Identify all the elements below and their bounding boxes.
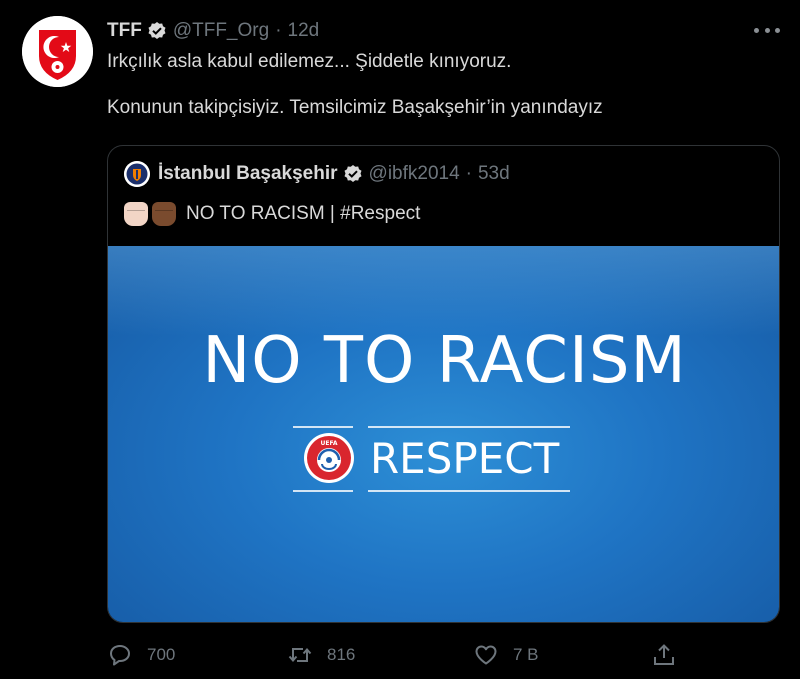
media-divider: [368, 490, 570, 492]
quoted-text: NO TO RACISM | #Respect: [186, 203, 421, 224]
author-avatar[interactable]: [22, 16, 93, 87]
more-dot: [764, 27, 770, 33]
raised-fist-dark-emoji-icon: [152, 202, 176, 226]
quoted-author-handle[interactable]: @ibfk2014: [369, 163, 460, 185]
raised-fist-light-emoji-icon: [124, 202, 148, 226]
like-icon: [475, 645, 497, 665]
media-divider: [368, 426, 570, 428]
tweet-text: Irkçılık asla kabul edilemez... Şiddetle…: [107, 50, 777, 119]
more-options-icon[interactable]: [754, 20, 780, 40]
retweet-button[interactable]: 816: [287, 640, 355, 670]
media-divider: [293, 490, 353, 492]
author-name[interactable]: TFF: [107, 20, 142, 42]
header-separator: ·: [275, 20, 282, 41]
tweet-timestamp[interactable]: 12d: [288, 20, 320, 42]
more-dot: [775, 27, 780, 33]
tweet-paragraph: Konunun takipçisiyiz. Temsilcimiz Başakş…: [107, 97, 603, 118]
tff-crest-icon: [22, 16, 93, 87]
uefa-logo-icon: UEFA: [303, 432, 355, 484]
like-count: 7 B: [513, 645, 539, 664]
retweet-icon: [288, 647, 312, 663]
author-handle[interactable]: @TFF_Org: [173, 20, 269, 42]
tweet-paragraph: Irkçılık asla kabul edilemez... Şiddetle…: [107, 51, 512, 72]
tweet-actions: 700 816 7 B: [107, 640, 674, 670]
quoted-header-separator: ·: [465, 163, 472, 184]
share-icon: [654, 644, 674, 665]
quoted-media-image[interactable]: NO TO RACISM UEFA RESPECT: [108, 246, 779, 622]
tweet-header: TFF @TFF_Org · 12d: [107, 19, 319, 43]
reply-button[interactable]: 700: [107, 640, 175, 670]
quoted-tweet-header: İstanbul Başakşehir @ibfk2014 · 53d: [124, 160, 510, 188]
like-button[interactable]: 7 B: [473, 640, 539, 670]
quoted-author-name[interactable]: İstanbul Başakşehir: [158, 163, 338, 185]
reply-count: 700: [147, 645, 176, 664]
more-dot: [754, 27, 759, 33]
media-divider: [293, 426, 353, 428]
verified-badge-icon: [147, 21, 167, 41]
verified-badge-icon: [343, 164, 363, 184]
uefa-badge-text: UEFA: [320, 440, 337, 447]
retweet-count: 816: [327, 645, 356, 664]
quoted-timestamp[interactable]: 53d: [478, 163, 510, 185]
basaksehir-logo-icon: [124, 161, 150, 187]
quoted-tweet[interactable]: İstanbul Başakşehir @ibfk2014 · 53d NO T…: [107, 145, 780, 623]
media-subtitle: RESPECT: [370, 433, 560, 483]
quoted-tweet-text: NO TO RACISM | #Respect: [124, 199, 420, 229]
media-title: NO TO RACISM: [202, 324, 687, 398]
share-button[interactable]: [651, 640, 691, 670]
quoted-author-avatar[interactable]: [124, 161, 150, 187]
reply-icon: [110, 645, 130, 666]
